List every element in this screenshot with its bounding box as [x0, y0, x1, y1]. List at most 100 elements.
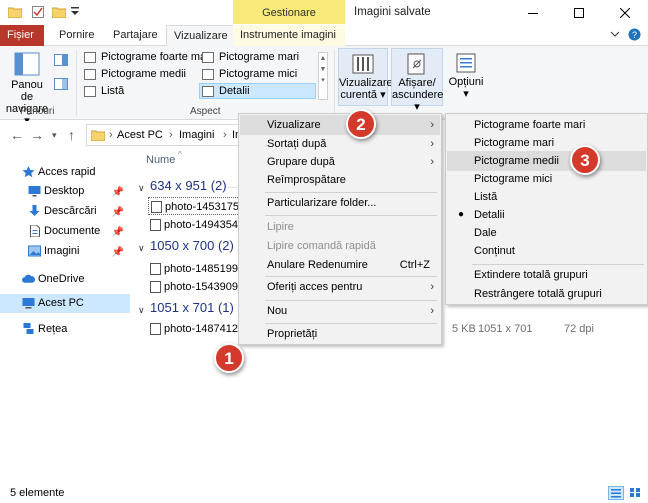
column-header-name[interactable]: Nume — [146, 154, 175, 166]
submenu-collapse-all-groups[interactable]: Restrângere totală grupuri — [447, 284, 646, 304]
address-bar[interactable]: › Acest PC › Imagini › Im — [86, 124, 246, 146]
maximize-button[interactable] — [556, 0, 602, 25]
pin-icon[interactable]: 📌 — [112, 183, 124, 202]
tab-share[interactable]: Partajare — [106, 25, 165, 46]
nav-onedrive[interactable]: OneDrive — [0, 270, 130, 289]
layout-list[interactable]: Listă — [82, 84, 124, 100]
pin-icon[interactable]: 📌 — [112, 203, 124, 222]
chevron-right-icon: › — [430, 281, 434, 293]
details-pane-icon[interactable] — [54, 78, 68, 90]
submenu-small-icons[interactable]: Pictograme mici — [447, 169, 646, 189]
layout-large-icons[interactable]: Pictograme mari — [200, 50, 299, 66]
nav-documents[interactable]: Documente 📌 — [0, 222, 130, 241]
nav-network[interactable]: Rețea — [0, 320, 130, 339]
options-button[interactable]: Opțiuni ▾ — [446, 48, 486, 106]
window-title: Imagini salvate — [354, 6, 431, 18]
collapse-group-icon[interactable]: ∨ — [138, 243, 145, 254]
context-menu: Vizualizare › Sortați după › Grupare după ›… — [238, 113, 442, 345]
folder-icon[interactable] — [8, 6, 22, 18]
submenu-expand-all-groups[interactable]: Extindere totală grupuri — [447, 265, 646, 285]
forward-arrow-icon[interactable]: → — [30, 127, 44, 143]
submenu-content[interactable]: Conținut — [447, 241, 646, 261]
tab-view[interactable]: Vizualizare — [166, 25, 236, 47]
pin-icon[interactable]: 📌 — [112, 243, 124, 262]
menu-item-give-access[interactable]: Oferiți acces pentru › — [240, 277, 440, 297]
file-row[interactable]: photo-149435414 — [148, 216, 248, 234]
group-header[interactable]: 634 x 951 (2) — [150, 178, 227, 193]
properties-check-icon[interactable] — [32, 6, 44, 18]
customize-toolbar-icon[interactable] — [70, 5, 80, 17]
group-header[interactable]: 1050 x 700 (2) — [150, 238, 234, 253]
layout-small-icons[interactable]: Pictograme mici — [200, 67, 297, 83]
ribbon-separator — [76, 50, 77, 116]
menu-item-undo-rename[interactable]: Anulare Redenumire Ctrl+Z — [240, 255, 440, 275]
menu-item-paste-shortcut[interactable]: Lipire comandă rapidă — [240, 236, 440, 256]
help-icon[interactable]: ? — [628, 28, 641, 41]
pin-icon[interactable]: 📌 — [112, 223, 124, 242]
ribbon-tabs: Fișier Pornire Partajare Vizualizare Ins… — [0, 25, 648, 47]
nav-downloads[interactable]: Descărcări 📌 — [0, 202, 130, 221]
submenu-large-icons[interactable]: Pictograme mari — [447, 133, 646, 153]
step-badge-3: 3 — [570, 145, 600, 175]
current-view-button[interactable]: Vizualizare curentă ▾ — [338, 48, 393, 106]
up-arrow-icon[interactable]: ↑ — [68, 127, 75, 143]
breadcrumb-pictures[interactable]: Imagini — [179, 129, 214, 141]
layout-details[interactable]: Detalii — [199, 83, 316, 99]
menu-item-refresh[interactable]: Reîmprospătare — [240, 170, 440, 190]
collapse-group-icon[interactable]: ∨ — [138, 183, 145, 194]
menu-item-group-by[interactable]: Grupare după › — [240, 152, 440, 172]
submenu-extra-large-icons[interactable]: Pictograme foarte mari — [447, 115, 646, 135]
preview-pane-icon[interactable] — [54, 54, 68, 66]
panes-group-label: Panouri — [20, 106, 55, 117]
current-view-label2: curentă ▾ — [340, 89, 386, 101]
step-badge-2: 2 — [346, 109, 376, 139]
submenu-details[interactable]: ● Detalii — [447, 205, 646, 225]
menu-item-customize-folder[interactable]: Particularizare folder... — [240, 193, 440, 213]
file-row[interactable]: photo-145317532 — [148, 197, 248, 215]
back-arrow-icon[interactable]: ← — [10, 127, 24, 143]
menu-item-new[interactable]: Nou › — [240, 301, 440, 321]
layout-gallery-scroll[interactable]: ▲ ▼ ▾ — [318, 52, 328, 100]
tab-home[interactable]: Pornire — [52, 25, 101, 46]
title-bar: Gestionare Imagini salvate — [0, 0, 648, 25]
close-button[interactable] — [602, 0, 648, 25]
breadcrumb-this-pc[interactable]: Acest PC — [117, 129, 163, 141]
file-row[interactable]: photo-148741272 — [148, 320, 248, 338]
image-file-icon — [150, 263, 161, 275]
nav-quick-access[interactable]: Acces rapid — [0, 163, 130, 182]
large-icons-view-icon[interactable] — [628, 486, 644, 500]
menu-item-paste[interactable]: Lipire — [240, 217, 440, 237]
nav-this-pc[interactable]: Acest PC — [0, 294, 130, 313]
folder-icon — [91, 129, 105, 141]
recent-locations-icon[interactable]: ▾ — [52, 130, 57, 141]
menu-item-properties[interactable]: Proprietăți — [240, 324, 440, 344]
file-row[interactable]: photo-148519969 — [148, 260, 248, 278]
file-size: 5 KB — [452, 323, 476, 335]
collapse-group-icon[interactable]: ∨ — [138, 305, 145, 316]
navigation-pane: Acces rapid Desktop 📌 Descărcări 📌 Documen… — [0, 150, 130, 480]
submenu-list[interactable]: Listă — [447, 187, 646, 207]
group-header[interactable]: 1051 x 701 (1) — [150, 300, 234, 315]
chevron-right-icon: › — [430, 138, 434, 150]
submenu-medium-icons[interactable]: Pictograme medii — [447, 151, 646, 171]
collapse-ribbon-icon[interactable] — [610, 29, 620, 39]
tab-picture-tools[interactable]: Instrumente imagini — [233, 25, 345, 46]
show-hide-button[interactable]: Afișare/ ascundere ▾ — [391, 48, 443, 113]
network-icon — [23, 323, 34, 334]
file-row[interactable]: photo-154390906 — [148, 278, 248, 296]
menu-item-sort-by[interactable]: Sortați după › — [240, 134, 440, 154]
minimize-button[interactable] — [510, 0, 556, 25]
file-dpi: 72 dpi — [564, 323, 594, 335]
tab-file[interactable]: Fișier — [0, 25, 44, 46]
context-tab-group: Gestionare — [233, 0, 345, 24]
menu-item-view[interactable]: Vizualizare › — [240, 115, 440, 135]
computer-icon — [22, 298, 35, 309]
new-folder-icon[interactable] — [52, 6, 66, 18]
layout-extra-large-icons[interactable]: Pictograme foarte mari — [82, 50, 212, 66]
nav-desktop[interactable]: Desktop 📌 — [0, 182, 130, 201]
status-bar: 5 elemente — [0, 483, 648, 503]
details-view-icon[interactable] — [608, 486, 624, 500]
submenu-tiles[interactable]: Dale — [447, 223, 646, 243]
nav-pictures[interactable]: Imagini 📌 — [0, 242, 130, 261]
layout-medium-icons[interactable]: Pictograme medii — [82, 67, 186, 83]
